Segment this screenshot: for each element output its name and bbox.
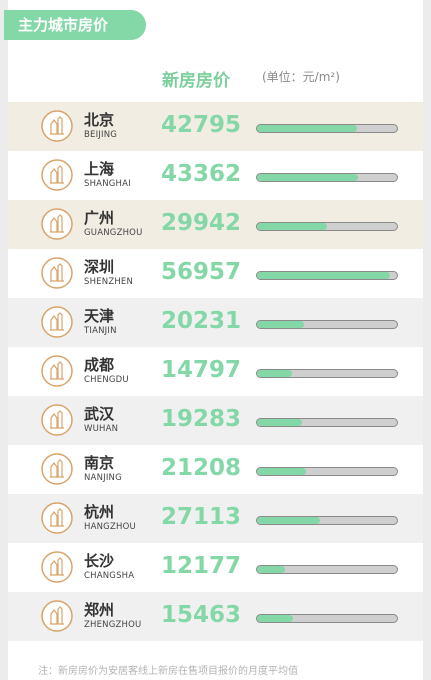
city-name: 深圳 xyxy=(84,258,115,276)
price-bar xyxy=(257,223,327,230)
changsha-tower-icon xyxy=(41,551,73,583)
chengdu-panda-icon xyxy=(41,355,73,387)
footnote: 注：新房房价为安居客线上新房在售项目报价的月度平均值 xyxy=(38,666,298,677)
price-bar-track xyxy=(256,565,398,574)
city-name-en: GUANGZHOU xyxy=(84,228,143,238)
price-bar-track xyxy=(256,614,398,623)
city-name-en: CHANGSHA xyxy=(84,571,135,581)
price-bar xyxy=(257,272,390,279)
price-bar xyxy=(257,419,302,426)
price-value: 56957 xyxy=(161,259,242,285)
zhengzhou-pagoda-icon xyxy=(41,600,73,632)
price-bar xyxy=(257,174,359,181)
price-value: 15463 xyxy=(161,602,242,628)
price-bar-track xyxy=(256,320,398,329)
city-name-en: TIANJIN xyxy=(84,326,117,336)
price-bar xyxy=(257,321,305,328)
city-row: 长沙 CHANGSHA 12177 xyxy=(8,543,423,592)
city-name: 长沙 xyxy=(84,552,115,570)
city-name: 武汉 xyxy=(84,405,115,423)
price-bar-track xyxy=(256,271,398,280)
price-bar-track xyxy=(256,222,398,231)
price-value: 12177 xyxy=(161,553,242,579)
city-name-en: SHANGHAI xyxy=(84,179,131,189)
price-value: 43362 xyxy=(161,161,242,187)
city-name: 杭州 xyxy=(84,503,115,521)
price-value: 29942 xyxy=(161,210,242,236)
price-value: 14797 xyxy=(161,357,242,383)
price-bar xyxy=(257,468,307,475)
nanjing-building-icon xyxy=(41,453,73,485)
city-name-en: CHENGDU xyxy=(84,375,129,385)
price-value: 21208 xyxy=(161,455,242,481)
city-price-list: 北京 BEIJING 42795 上海 SHANGHAI 43362 广州 GUANGZHOU… xyxy=(8,102,423,641)
city-name: 广州 xyxy=(84,209,115,227)
tianjin-ferris-wheel-icon xyxy=(41,306,73,338)
shenzhen-tower-icon xyxy=(41,257,73,289)
city-row: 南京 NANJING 21208 xyxy=(8,445,423,494)
city-row: 北京 BEIJING 42795 xyxy=(8,102,423,151)
city-name-en: BEIJING xyxy=(84,130,118,140)
price-bar xyxy=(257,125,357,132)
city-name-en: WUHAN xyxy=(84,424,119,434)
price-value: 19283 xyxy=(161,406,242,432)
city-row: 武汉 WUHAN 19283 xyxy=(8,396,423,445)
column-header-price: 新房房价 xyxy=(162,71,230,91)
price-value: 42795 xyxy=(161,112,242,138)
price-bar-track xyxy=(256,369,398,378)
hangzhou-pagoda-icon xyxy=(41,502,73,534)
city-row: 成都 CHENGDU 14797 xyxy=(8,347,423,396)
guangzhou-statue-icon xyxy=(41,208,73,240)
price-bar xyxy=(257,370,292,377)
price-bar-track xyxy=(256,173,398,182)
city-row: 杭州 HANGZHOU 27113 xyxy=(8,494,423,543)
city-name: 天津 xyxy=(84,307,115,325)
price-bar-track xyxy=(256,467,398,476)
city-name-en: NANJING xyxy=(84,473,122,483)
price-value: 27113 xyxy=(161,504,242,530)
city-name: 南京 xyxy=(84,454,115,472)
shanghai-towers-icon xyxy=(41,159,73,191)
city-row: 深圳 SHENZHEN 56957 xyxy=(8,249,423,298)
city-name: 成都 xyxy=(84,356,115,374)
wuhan-pagoda-icon xyxy=(41,404,73,436)
city-row: 广州 GUANGZHOU 29942 xyxy=(8,200,423,249)
city-name: 北京 xyxy=(84,111,115,129)
city-name: 上海 xyxy=(84,160,115,178)
city-row: 天津 TIANJIN 20231 xyxy=(8,298,423,347)
city-name-en: SHENZHEN xyxy=(84,277,134,287)
section-tab-title: 主力城市房价 xyxy=(4,10,146,40)
price-bar xyxy=(257,615,294,622)
price-value: 20231 xyxy=(161,308,242,334)
unit-label: (单位：元/m²) xyxy=(262,70,340,84)
city-name-en: ZHENGZHOU xyxy=(84,620,142,630)
price-bar-track xyxy=(256,516,398,525)
beijing-landmark-icon xyxy=(41,110,73,142)
city-name: 郑州 xyxy=(84,601,115,619)
price-bar xyxy=(257,566,286,573)
city-row: 上海 SHANGHAI 43362 xyxy=(8,151,423,200)
city-row: 郑州 ZHENGZHOU 15463 xyxy=(8,592,423,641)
city-name-en: HANGZHOU xyxy=(84,522,136,532)
price-bar-track xyxy=(256,418,398,427)
price-bar xyxy=(257,517,321,524)
price-bar-track xyxy=(256,124,398,133)
